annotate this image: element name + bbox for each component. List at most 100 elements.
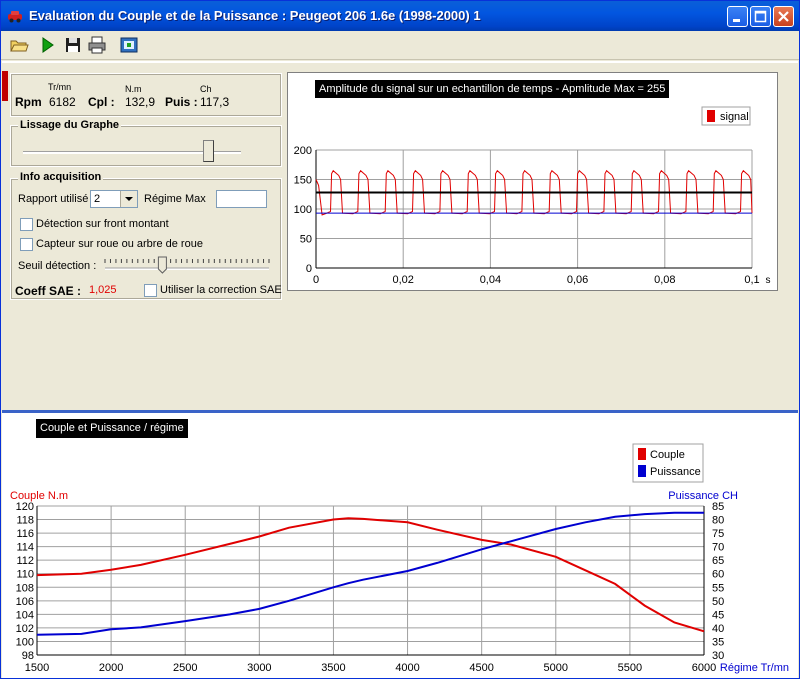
signal-y-tick: 0 — [306, 263, 312, 275]
cp-y-right-tick: 30 — [712, 650, 724, 662]
title-bar[interactable]: Evaluation du Couple et de la Puissance … — [1, 1, 799, 31]
seuil-slider-ticks — [104, 259, 270, 263]
cp-y-left-tick: 106 — [16, 596, 34, 608]
rpm-label: Rpm — [15, 95, 42, 109]
maximize-button[interactable] — [750, 6, 771, 27]
rapport-select[interactable]: 2 — [90, 190, 138, 208]
maximize-icon — [754, 10, 767, 23]
cp-x-tick: 3000 — [247, 662, 271, 674]
cp-y-left-label: Couple N.m — [10, 490, 68, 502]
print-icon[interactable] — [87, 35, 107, 55]
signal-legend: signal — [701, 106, 751, 126]
cp-y-right-tick: 50 — [712, 596, 724, 608]
torque-power-chart: 1500 2000 2500 3000 3500 4000 4500 5000 5500 6000… — [10, 443, 789, 674]
signal-x-tick: 0 — [313, 274, 319, 286]
cp-x-tick: 3500 — [321, 662, 345, 674]
acquisition-title: Info acquisition — [18, 171, 104, 183]
chevron-down-icon — [125, 197, 133, 201]
signal-x-label: s — [766, 275, 771, 286]
lissage-slider-thumb[interactable] — [203, 140, 215, 162]
regime-max-label: Régime Max — [144, 193, 206, 205]
save-disk-icon[interactable] — [63, 35, 83, 55]
minimize-icon — [733, 19, 740, 22]
cp-y-right-tick: 60 — [712, 569, 724, 581]
seuil-slider[interactable] — [101, 255, 273, 275]
app-car-icon — [8, 11, 22, 23]
correction-checkbox[interactable] — [144, 284, 157, 297]
rpm-unit: Tr/mn — [48, 82, 72, 92]
signal-y-tick: 100 — [294, 204, 312, 216]
front-montant-label: Détection sur front montant — [36, 218, 169, 230]
cp-y-right-tick: 35 — [712, 636, 724, 648]
cp-x-tick: 6000 — [692, 662, 716, 674]
cp-y-right-tick: 80 — [712, 515, 724, 527]
coeff-value: 1,025 — [89, 284, 117, 296]
cp-y-right-tick: 55 — [712, 582, 724, 594]
cp-y-left-tick: 112 — [16, 555, 34, 567]
cp-x-label: Régime Tr/mn — [720, 662, 789, 674]
cp-x-tick: 5500 — [618, 662, 642, 674]
cp-y-right-tick: 45 — [712, 609, 724, 621]
open-folder-icon[interactable] — [9, 35, 29, 55]
dropdown-button[interactable] — [120, 191, 137, 207]
cpl-value: 132,9 — [125, 95, 156, 109]
cp-y-left-tick: 100 — [16, 636, 34, 648]
cp-y-left-tick: 110 — [16, 569, 34, 581]
status-indicator — [2, 71, 8, 101]
torque-power-chart-title: Couple et Puissance / régime — [36, 419, 188, 438]
cp-y-left-tick: 104 — [16, 609, 34, 621]
signal-x-tick: 0,1 — [744, 274, 759, 286]
cpl-label: Cpl : — [88, 95, 115, 109]
cp-x-tick: 5000 — [544, 662, 568, 674]
rpm-value: 6182 — [49, 95, 76, 109]
cp-y-right-tick: 85 — [712, 501, 724, 513]
window-title: Evaluation du Couple et de la Puissance … — [29, 8, 481, 23]
cp-x-tick: 4000 — [395, 662, 419, 674]
cp-legend-label: Couple — [650, 449, 685, 461]
cpl-unit: N.m — [125, 84, 142, 94]
cp-y-left-tick: 118 — [16, 515, 34, 527]
app-window: Evaluation du Couple et de la Puissance … — [0, 0, 800, 679]
close-button[interactable] — [773, 6, 794, 27]
cp-legend-swatch — [638, 465, 646, 477]
puis-unit: Ch — [200, 84, 212, 94]
signal-y-tick: 50 — [300, 234, 312, 246]
capteur-checkbox[interactable] — [20, 238, 33, 251]
cp-y-right-tick: 70 — [712, 542, 724, 554]
cp-legend: Couple Puissance — [632, 443, 704, 483]
toolbar — [1, 31, 799, 60]
signal-x-tick: 0,08 — [654, 274, 675, 286]
coeff-label: Coeff SAE : — [15, 284, 81, 298]
minimize-button[interactable] — [727, 6, 748, 27]
capteur-label: Capteur sur roue ou arbre de roue — [36, 238, 203, 250]
cp-legend-swatch — [638, 448, 646, 460]
cp-y-left-tick: 108 — [16, 582, 34, 594]
puis-value: 117,3 — [200, 95, 230, 109]
cp-y-left-tick: 98 — [22, 650, 34, 662]
cp-y-left-tick: 120 — [16, 501, 34, 513]
cp-legend-label: Puissance — [650, 466, 701, 478]
cp-y-right-tick: 75 — [712, 528, 724, 540]
cp-x-tick: 4500 — [469, 662, 493, 674]
seuil-label: Seuil détection : — [18, 260, 97, 272]
cp-x-tick: 1500 — [25, 662, 49, 674]
rapport-value: 2 — [94, 193, 101, 205]
export-icon[interactable] — [119, 35, 139, 55]
puis-label: Puis : — [165, 95, 198, 109]
correction-label: Utiliser la correction SAE — [160, 284, 282, 296]
signal-legend-label: signal — [720, 111, 749, 123]
signal-x-tick: 0,06 — [567, 274, 588, 286]
cp-y-right-tick: 40 — [712, 623, 724, 635]
play-icon[interactable] — [37, 35, 57, 55]
signal-legend-swatch — [707, 110, 715, 122]
regime-max-input[interactable] — [216, 190, 267, 208]
signal-y-tick: 150 — [294, 175, 312, 187]
front-montant-checkbox[interactable] — [20, 218, 33, 231]
cp-x-tick: 2000 — [99, 662, 123, 674]
cp-y-left-tick: 114 — [16, 542, 34, 554]
seuil-slider-thumb[interactable] — [157, 256, 167, 274]
lissage-group — [10, 125, 282, 167]
signal-chart: 0 0,02 0,04 0,06 0,08 0,1 0 50 100 150 200 s signal — [294, 106, 771, 286]
signal-x-tick: 0,04 — [480, 274, 501, 286]
cp-y-left-tick: 102 — [16, 623, 34, 635]
